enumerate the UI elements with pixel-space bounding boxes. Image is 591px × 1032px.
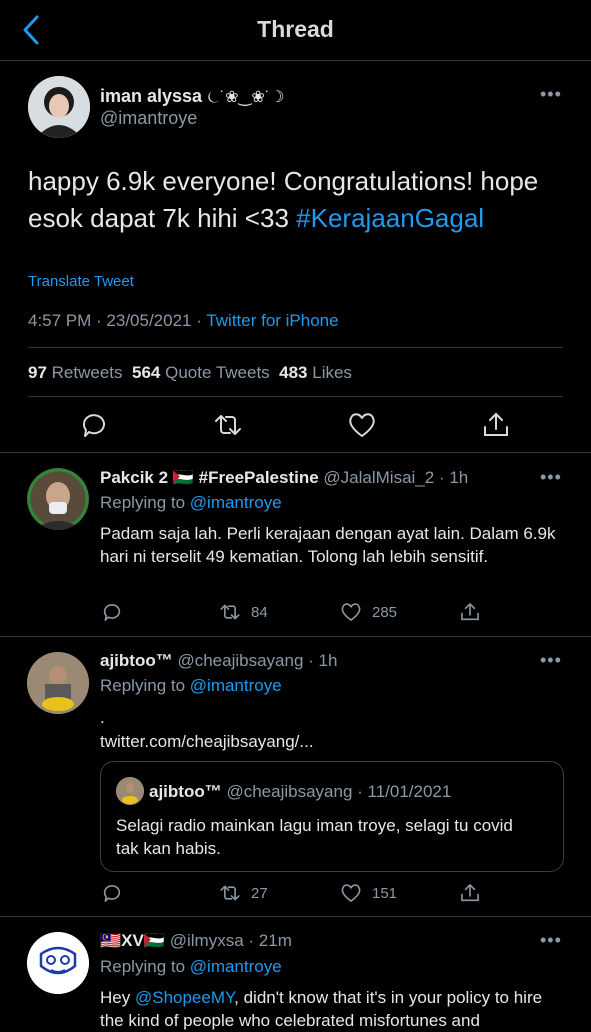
reply-link[interactable]: twitter.com/cheajibsayang/... — [100, 730, 570, 753]
divider — [0, 452, 591, 453]
more-options-icon[interactable]: ••• — [540, 650, 562, 671]
reply-icon[interactable] — [101, 600, 133, 624]
author-name[interactable]: iman alyssa ⏾˙❀‿❀˙☽ — [100, 86, 284, 107]
replying-to-label: Replying to — [100, 957, 190, 976]
like-button[interactable]: 285 — [340, 600, 397, 624]
divider — [0, 636, 591, 637]
likes-stat[interactable]: 483 Likes — [279, 363, 352, 382]
retweets-stat[interactable]: 97 Retweets — [28, 363, 123, 382]
like-count: 285 — [372, 603, 398, 621]
retweet-icon — [220, 885, 240, 901]
more-options-icon[interactable]: ••• — [540, 930, 562, 951]
author-handle[interactable]: @imantroye — [100, 108, 197, 129]
page-title: Thread — [257, 16, 334, 42]
reply-text-prefix: Hey — [100, 988, 135, 1007]
share-icon[interactable] — [459, 600, 491, 624]
retweet-count: 27 — [251, 884, 268, 902]
reply-icon[interactable] — [101, 881, 133, 905]
reply-author[interactable]: ajibtoo™ @cheajibsayang · 1h — [100, 651, 337, 671]
reply-author[interactable]: 🇲🇾XV🇵🇸 @ilmyxsa · 21m — [100, 931, 292, 951]
avatar[interactable] — [27, 652, 89, 714]
retweets-label: Retweets — [51, 363, 123, 382]
like-icon — [341, 884, 361, 902]
tweet-timestamp: 4:57 PM · 23/05/2021 · — [28, 311, 207, 330]
tweet-source-link[interactable]: Twitter for iPhone — [206, 311, 338, 330]
more-options-icon[interactable]: ••• — [540, 84, 562, 105]
reply-handle-time: @cheajibsayang · 1h — [177, 651, 338, 670]
reply-author-name: 🇲🇾XV🇵🇸 — [100, 931, 166, 950]
divider — [0, 916, 591, 917]
avatar[interactable] — [27, 468, 89, 530]
reply-text: Hey @ShopeeMY, didn't know that it's in … — [100, 986, 570, 1032]
retweet-icon — [220, 604, 240, 620]
quotes-count: 564 — [131, 363, 161, 382]
top-bar: Thread — [0, 0, 591, 61]
likes-count: 483 — [279, 363, 308, 382]
share-icon[interactable] — [481, 410, 511, 440]
quote-handle-time: @cheajibsayang · 11/01/2021 — [226, 782, 452, 801]
replying-to-label: Replying to — [100, 676, 190, 695]
replying-to: Replying to @imantroye — [100, 957, 282, 977]
more-options-icon[interactable]: ••• — [540, 467, 562, 488]
replying-to-label: Replying to — [100, 493, 190, 512]
retweet-button[interactable]: 27 — [219, 881, 268, 905]
divider — [28, 347, 563, 348]
quote-author: ajibtoo™ @cheajibsayang · 11/01/2021 — [149, 782, 451, 802]
like-icon — [341, 603, 361, 621]
quote-author-name: ajibtoo™ — [149, 782, 222, 801]
like-button[interactable]: 151 — [340, 881, 397, 905]
reply-author-name: Pakcik 2 🇵🇸 #FreePalestine — [100, 468, 319, 487]
tweet-text: happy 6.9k everyone! Congratulations! ho… — [28, 163, 568, 237]
retweet-icon[interactable] — [213, 410, 243, 440]
share-icon[interactable] — [459, 881, 491, 905]
reply-handle-time: @JalalMisai_2 · 1h — [323, 468, 469, 487]
tweet-stats: 97 Retweets 564 Quote Tweets 483 Likes — [28, 363, 352, 383]
tweet-meta: 4:57 PM · 23/05/2021 · Twitter for iPhon… — [28, 311, 339, 331]
quote-tweets-stat[interactable]: 564 Quote Tweets — [132, 363, 270, 382]
reply-icon[interactable] — [79, 410, 109, 440]
replying-to-handle[interactable]: @imantroye — [190, 957, 282, 976]
retweet-button[interactable]: 84 — [219, 600, 268, 624]
retweets-count: 97 — [28, 363, 47, 382]
replying-to: Replying to @imantroye — [100, 493, 282, 513]
quoted-tweet[interactable]: ajibtoo™ @cheajibsayang · 11/01/2021 Sel… — [100, 761, 564, 872]
avatar[interactable] — [28, 76, 90, 138]
reply-text: . — [100, 708, 105, 727]
reply-author[interactable]: Pakcik 2 🇵🇸 #FreePalestine @JalalMisai_2… — [100, 468, 468, 488]
divider — [28, 396, 563, 397]
main-tweet: iman alyssa ⏾˙❀‿❀˙☽ @imantroye ••• happy… — [0, 60, 591, 450]
reply-text: Padam saja lah. Perli kerajaan dengan ay… — [100, 524, 556, 566]
retweet-count: 84 — [251, 603, 268, 621]
reply-handle-time: @ilmyxsa · 21m — [169, 931, 292, 950]
replying-to-handle[interactable]: @imantroye — [190, 676, 282, 695]
author-name-text: iman alyssa — [100, 86, 203, 106]
mention-link[interactable]: @ShopeeMY — [135, 988, 234, 1007]
likes-label: Likes — [312, 363, 352, 382]
reply-author-name: ajibtoo™ — [100, 651, 173, 670]
quote-text: Selagi radio mainkan lagu iman troye, se… — [116, 816, 513, 858]
avatar — [116, 777, 144, 805]
hashtag-link[interactable]: #KerajaanGagal — [296, 203, 484, 233]
replying-to-handle[interactable]: @imantroye — [190, 493, 282, 512]
author-decor-text: ⏾˙❀‿❀˙☽ — [207, 89, 285, 106]
like-count: 151 — [372, 884, 398, 902]
quotes-label: Quote Tweets — [165, 363, 270, 382]
avatar[interactable] — [27, 932, 89, 994]
like-icon[interactable] — [347, 410, 377, 440]
replying-to: Replying to @imantroye — [100, 676, 282, 696]
translate-tweet-link[interactable]: Translate Tweet — [28, 273, 134, 290]
